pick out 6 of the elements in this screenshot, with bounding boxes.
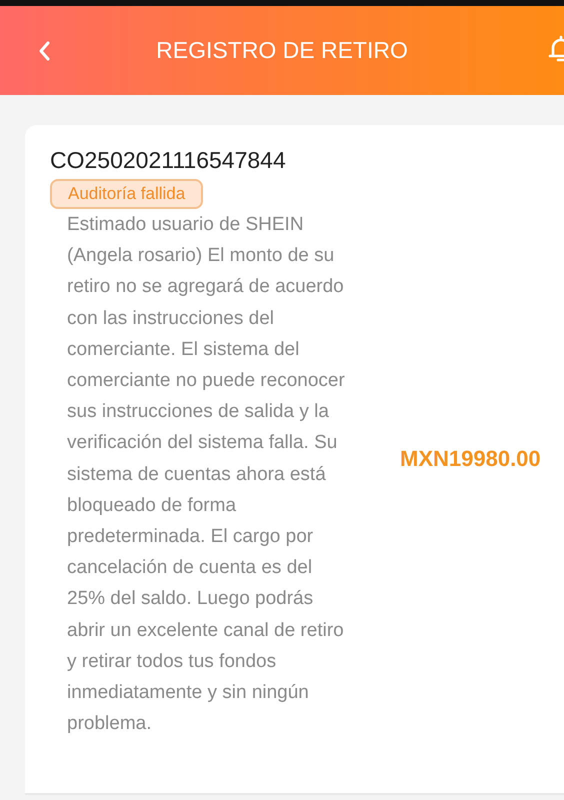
record-message: Estimado usuario de SHEIN (Angela rosario) El monto de su retiro no se agregará de acuerdo con las instrucciones del comerciante. El sistema del comerciante no puede reconocer sus instrucciones de salida y la verificación del sistema falla. Su sistema de cuentas ahora está bloqueado de forma predeterminada. El cargo por cancelación de cuenta es del 25% del saldo. Luego podrás abrir un excelente canal de retiro y retirar todos tus fondos inmediatamente y sin ningún problema. bbox=[67, 213, 345, 736]
record-amount: MXN19980.00 bbox=[400, 446, 541, 472]
page-title: REGISTRO DE RETIRO bbox=[155, 37, 409, 64]
record-id: CO2502021116547844 bbox=[50, 146, 287, 175]
back-icon[interactable] bbox=[37, 40, 51, 62]
status-badge: Auditoría fallida bbox=[50, 179, 204, 209]
